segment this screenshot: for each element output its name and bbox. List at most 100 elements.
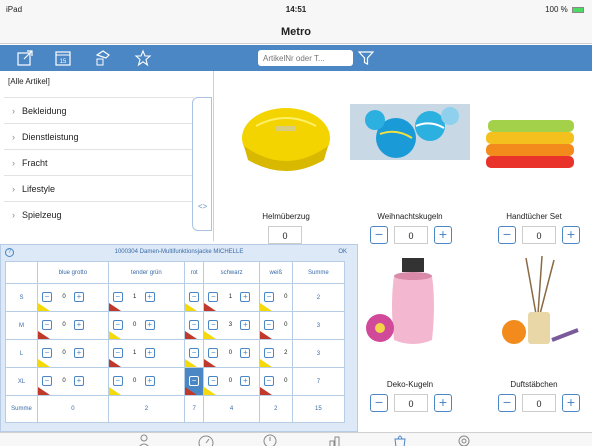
decrement-button[interactable]: − [263, 292, 274, 302]
stats-icon[interactable] [328, 433, 344, 446]
increment-button[interactable]: + [240, 348, 251, 358]
quantity-stepper[interactable]: − 0 + [498, 226, 582, 244]
share-icon[interactable] [16, 49, 34, 67]
variant-cell[interactable]: −0+ [258, 283, 306, 312]
decrement-button[interactable]: − [263, 348, 274, 358]
variant-cell[interactable]: −0+ [258, 311, 306, 340]
increment-button[interactable]: + [74, 292, 84, 302]
category-item[interactable]: › Bekleidung [4, 97, 194, 123]
filter-icon[interactable] [357, 49, 375, 67]
category-all[interactable]: [Alle Artikel] [8, 77, 50, 86]
quantity-stepper[interactable]: − 0 + [370, 394, 454, 412]
decrement-button[interactable]: − [263, 320, 274, 330]
decrement-button[interactable]: − [370, 394, 388, 412]
increment-button[interactable]: + [562, 226, 580, 244]
dashboard-icon[interactable] [198, 433, 214, 446]
variant-cell[interactable]: − 1 + [203, 283, 260, 312]
decrement-button[interactable]: − [498, 226, 516, 244]
product-card[interactable]: Handtücher Set − 0 + [474, 76, 592, 246]
category-item[interactable]: › Lifestyle [4, 175, 194, 201]
quantity-field[interactable]: 0 [266, 226, 306, 244]
variant-cell[interactable]: −0+ [107, 367, 186, 396]
increment-button[interactable]: + [74, 348, 84, 358]
category-item[interactable]: › Dienstleistung [4, 123, 194, 149]
alarm-icon[interactable] [262, 433, 278, 446]
quantity-stepper[interactable]: − 0 + [498, 394, 582, 412]
increment-button[interactable]: + [144, 348, 155, 358]
variant-cell[interactable]: −0+ [258, 367, 306, 396]
variant-cell[interactable]: −0+ [37, 311, 109, 340]
increment-button[interactable]: + [144, 376, 155, 386]
sidebar-toggle[interactable]: <> [192, 97, 212, 231]
decrement-button[interactable]: − [208, 348, 219, 358]
calendar-icon[interactable]: 15 [54, 49, 72, 67]
variant-cell[interactable]: −0+ [37, 367, 109, 396]
quantity-value[interactable]: 0 [268, 226, 302, 244]
variant-cell[interactable]: −0+ [184, 311, 232, 340]
cart-icon[interactable] [392, 433, 408, 446]
variant-cell[interactable]: −0+ [107, 311, 186, 340]
variant-cell[interactable]: −0+ [37, 339, 109, 368]
product-card[interactable]: Weihnachtskugeln − 0 + [350, 76, 470, 246]
category-label: Fracht [22, 158, 48, 168]
decrement-button[interactable]: − [208, 376, 219, 386]
decrement-button[interactable]: − [112, 348, 123, 358]
category-item[interactable]: › Spielzeug [4, 201, 194, 227]
ok-button[interactable]: OK [338, 249, 347, 255]
decrement-button[interactable]: − [42, 320, 52, 330]
increment-button[interactable]: + [434, 226, 452, 244]
increment-button[interactable]: + [74, 320, 84, 330]
size-row: L−0+−1+−0+−0+−2+3 [5, 339, 346, 368]
scanner-icon[interactable] [94, 49, 112, 67]
increment-button[interactable]: + [562, 394, 580, 412]
quantity-value[interactable]: 0 [522, 226, 556, 244]
decrement-button[interactable]: − [189, 320, 200, 330]
stock-indicator [38, 387, 50, 395]
decrement-button[interactable]: − [42, 348, 52, 358]
customer-icon[interactable] [136, 433, 152, 446]
decrement-button[interactable]: − [189, 348, 200, 358]
decrement-button[interactable]: − [498, 394, 516, 412]
product-card[interactable]: Helmüberzug 0 [226, 76, 346, 246]
increment-button[interactable]: + [240, 292, 251, 302]
quantity-value[interactable]: 0 [394, 226, 428, 244]
search-input[interactable] [258, 50, 353, 66]
increment-button[interactable]: + [240, 320, 251, 330]
variant-cell[interactable]: −7+ [184, 367, 232, 396]
variant-cell[interactable]: −0+ [184, 283, 232, 312]
variant-cell[interactable]: − 1 + [107, 283, 186, 312]
variant-cell[interactable]: −2+ [258, 339, 306, 368]
stock-indicator [108, 359, 121, 367]
decrement-button[interactable]: − [208, 320, 219, 330]
decrement-button[interactable]: − [263, 376, 274, 386]
decrement-button[interactable]: − [112, 320, 123, 330]
quantity-value[interactable]: 0 [394, 394, 428, 412]
variant-cell[interactable]: −0+ [203, 367, 260, 396]
decrement-button[interactable]: − [208, 292, 219, 302]
variant-cell[interactable]: − 1 + [107, 339, 186, 368]
variant-cell[interactable]: −0+ [37, 283, 109, 312]
star-icon[interactable] [134, 49, 152, 67]
quantity-value[interactable]: 0 [522, 394, 556, 412]
settings-icon[interactable] [456, 433, 472, 446]
increment-button[interactable]: + [240, 376, 251, 386]
decrement-button[interactable]: − [42, 376, 52, 386]
quantity-stepper[interactable]: − 0 + [370, 226, 454, 244]
increment-button[interactable]: + [74, 376, 84, 386]
category-item[interactable]: › Fracht [4, 149, 194, 175]
stock-indicator [185, 303, 198, 311]
product-card[interactable]: Deko-Kugeln − 0 + [350, 244, 470, 414]
increment-button[interactable]: + [144, 292, 155, 302]
decrement-button[interactable]: − [370, 226, 388, 244]
decrement-button[interactable]: − [189, 292, 200, 302]
increment-button[interactable]: + [144, 320, 155, 330]
decrement-button[interactable]: − [112, 376, 123, 386]
variant-cell[interactable]: − 3 + [203, 311, 260, 340]
variant-cell[interactable]: −0+ [203, 339, 260, 368]
decrement-button[interactable]: − [189, 376, 200, 386]
decrement-button[interactable]: − [112, 292, 123, 302]
decrement-button[interactable]: − [42, 292, 52, 302]
increment-button[interactable]: + [434, 394, 452, 412]
product-card[interactable]: Duftstäbchen − 0 + [474, 244, 592, 414]
variant-cell[interactable]: −0+ [184, 339, 232, 368]
